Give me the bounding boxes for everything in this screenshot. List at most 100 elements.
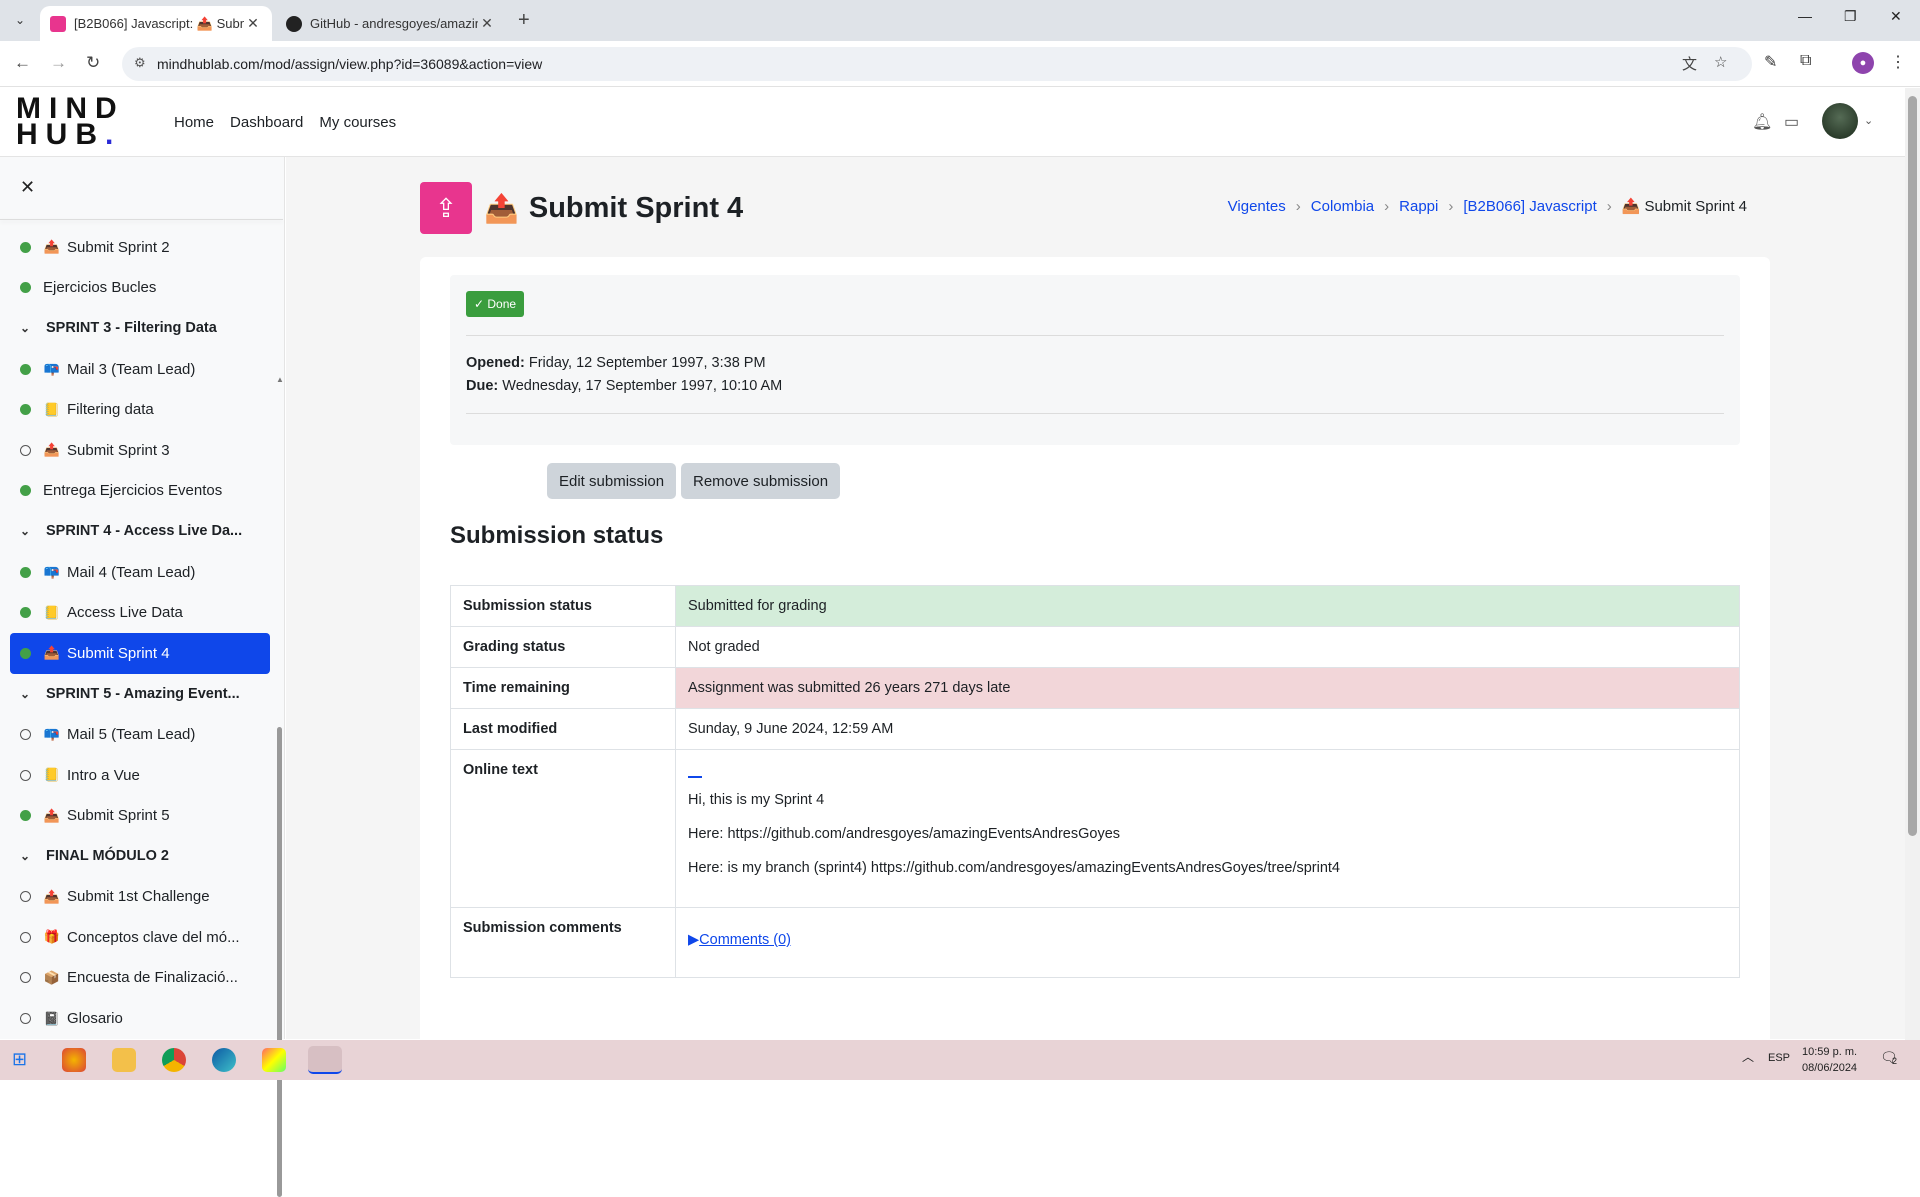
breadcrumb-colombia[interactable]: Colombia [1311,198,1374,215]
windows-start-icon[interactable]: ⊞ [12,1049,36,1073]
app-icon[interactable] [62,1048,86,1072]
forward-arrow-icon[interactable]: → [50,53,67,73]
browser-tab-active[interactable]: [B2B066] Javascript: 📤 Submit ✕ [40,6,272,41]
nav-dashboard[interactable]: Dashboard [230,114,303,131]
course-index-activity[interactable]: 📤 Submit 1st Challenge [10,877,270,918]
chrome-active-taskbar-icon[interactable] [308,1046,342,1074]
completion-todo-icon [20,728,31,740]
course-index-activity[interactable]: Entrega Ejercicios Eventos [10,471,270,512]
breadcrumb-rappi[interactable]: Rappi [1399,198,1438,215]
language-indicator[interactable]: ESP [1768,1052,1790,1064]
course-index-activity[interactable]: 📤 Submit Sprint 2 [10,227,270,268]
course-index-label: SPRINT 3 - Filtering Data [46,320,217,337]
browser-profile-avatar[interactable]: ● [1852,52,1874,74]
breadcrumb-vigentes[interactable]: Vigentes [1228,198,1286,215]
table-row: Time remaining Assignment was submitted … [450,667,1740,709]
nav-home[interactable]: Home [174,114,214,131]
breadcrumb-course[interactable]: [B2B066] Javascript [1463,198,1596,215]
chevron-down-icon[interactable]: ⌄ [20,321,34,335]
course-section-header[interactable]: ⌄ SPRINT 3 - Filtering Data [10,308,270,349]
restore-icon[interactable]: ❐ [1844,8,1857,25]
user-avatar[interactable] [1822,103,1858,139]
page-scrollbar[interactable] [1905,88,1920,1040]
done-badge: ✓ Done [466,291,525,317]
close-tab-icon[interactable]: ✕ [478,15,496,32]
address-bar[interactable]: ⚙ mindhublab.com/mod/assign/view.php?id=… [122,47,1752,81]
primary-navigation: Home Dashboard My courses [174,114,396,131]
moodle-favicon-icon [50,15,66,32]
activity-type-icon: 📒 [43,767,61,783]
activity-type-icon: 📓 [43,1010,61,1026]
remove-submission-button[interactable]: Remove submission [681,463,841,499]
back-arrow-icon[interactable]: ← [14,53,31,73]
minimize-icon[interactable]: — [1798,8,1812,24]
activity-type-icon: 📪 [43,361,61,377]
scroll-up-icon[interactable]: ▲ [276,375,284,384]
drawer-scrollbar[interactable] [277,727,282,1197]
course-index-activity[interactable]: 📪 Mail 3 (Team Lead) [10,349,270,390]
new-tab-plus-icon[interactable]: + [518,9,530,32]
browser-menu-icon[interactable]: ⋮ [1890,52,1906,72]
nav-my-courses[interactable]: My courses [319,114,396,131]
collapse-dash-icon[interactable] [688,776,702,778]
clock[interactable]: 10:59 p. m. 08/06/2024 [1802,1044,1857,1076]
submission-status-value: Submitted for grading [675,585,1740,627]
close-window-icon[interactable]: ✕ [1890,8,1902,25]
course-index-activity[interactable]: 📪 Mail 4 (Team Lead) [10,552,270,593]
divider [466,413,1724,414]
course-section-header[interactable]: ⌄ FINAL MÓDULO 2 [10,836,270,877]
comments-link[interactable]: Comments (0) [699,932,791,948]
logo-dot: . [105,118,122,151]
completion-todo-icon [20,1013,31,1025]
expand-triangle-icon[interactable]: ▶ [688,932,699,948]
site-info-icon[interactable]: ⚙ [134,55,146,71]
breadcrumb: Vigentes › Colombia › Rappi › [B2B066] J… [1228,197,1747,216]
bookmark-star-icon[interactable]: ☆ [1714,53,1727,71]
course-section-header[interactable]: ⌄ SPRINT 4 - Access Live Da... [10,511,270,552]
course-index-activity[interactable]: 📤 Submit Sprint 3 [10,430,270,471]
opened-value: Friday, 12 September 1997, 3:38 PM [528,355,766,371]
tab-title: [B2B066] Javascript: 📤 Submit [74,15,244,31]
extensions-puzzle-icon[interactable]: ⧉ [1800,52,1811,70]
course-index-activity[interactable]: 📒 Intro a Vue [10,755,270,796]
chevron-down-icon[interactable]: ⌄ [20,849,34,863]
course-index-activity[interactable]: 📓 Glosario [10,998,270,1039]
file-explorer-icon[interactable] [112,1048,136,1072]
online-text-line: Here: https://github.com/andresgoyes/ama… [688,826,1121,842]
chrome-icon[interactable] [162,1048,186,1072]
course-index-activity[interactable]: 📒 Access Live Data [10,592,270,633]
table-row: Submission comments ▶Comments (0) [450,907,1740,978]
course-index-activity[interactable]: 📤 Submit Sprint 4 [10,632,270,674]
extension-pen-icon[interactable]: ✎ [1764,52,1777,72]
browser-tab-github[interactable]: GitHub - andresgoyes/amazing ✕ [276,6,506,41]
completion-done-icon [20,607,31,619]
chevron-down-icon[interactable]: ⌄ [20,687,34,701]
app-icon[interactable] [262,1048,286,1072]
page-scrollbar-thumb[interactable] [1908,96,1917,836]
close-drawer-icon[interactable]: ✕ [20,177,35,198]
mindhub-logo[interactable]: MIND HUB. [16,94,140,154]
completion-done-icon [20,363,31,375]
messages-icon[interactable]: ▭ [1784,112,1799,132]
completion-todo-icon [20,444,31,456]
course-index-activity[interactable]: 🎁 Conceptos clave del mó... [10,917,270,958]
course-index-activity[interactable]: 📤 Submit Sprint 5 [10,795,270,836]
chevron-down-icon[interactable]: ⌄ [20,524,34,538]
course-index-label: Encuesta de Finalizació... [67,969,238,987]
user-menu-chevron-icon[interactable]: ⌄ [1864,114,1873,127]
tray-chevron-up-icon[interactable]: ︿ [1742,1048,1754,1065]
edit-submission-button[interactable]: Edit submission [547,463,677,499]
close-tab-icon[interactable]: ✕ [244,15,262,32]
course-index-activity[interactable]: 📦 Encuesta de Finalizació... [10,958,270,999]
notifications-bell-icon[interactable]: 🔔︎ [1752,112,1772,132]
course-index-activity[interactable]: 📒 Filtering data [10,389,270,430]
translate-icon[interactable]: 文 [1682,53,1697,74]
opened-date: Opened: Friday, 12 September 1997, 3:38 … [466,355,766,371]
course-index-label: Submit Sprint 2 [67,238,170,256]
tab-search-chevron-icon[interactable]: ⌄ [8,8,32,32]
course-index-activity[interactable]: 📪 Mail 5 (Team Lead) [10,714,270,755]
course-section-header[interactable]: ⌄ SPRINT 5 - Amazing Event... [10,674,270,715]
edge-icon[interactable] [212,1048,236,1072]
reload-icon[interactable]: ↻ [86,53,100,73]
course-index-activity[interactable]: Ejercicios Bucles [10,268,270,309]
